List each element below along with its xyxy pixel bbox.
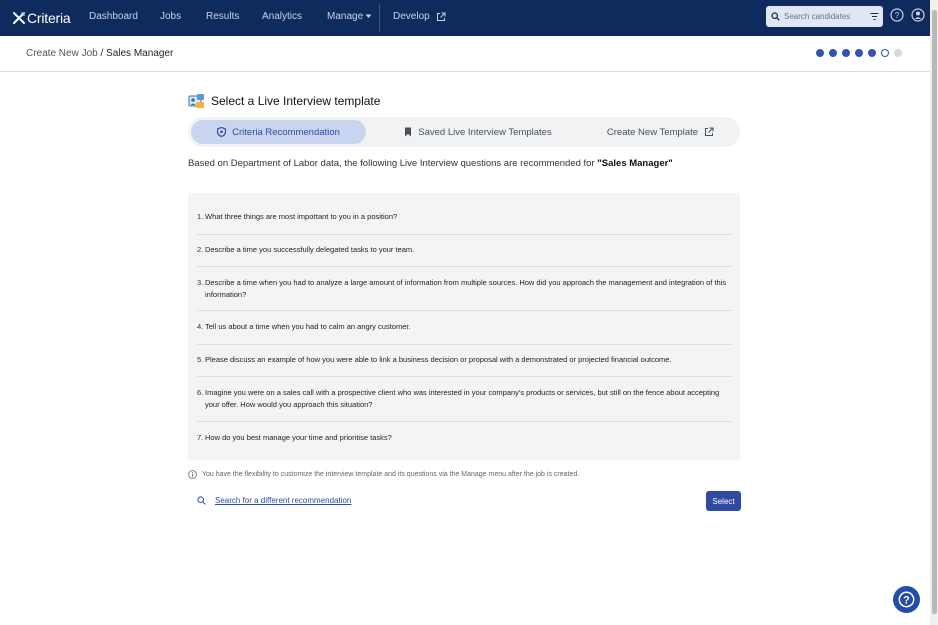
help-icon[interactable]: ? (890, 8, 904, 22)
nav-jobs[interactable]: Jobs (160, 11, 181, 22)
criteria-logo-icon (13, 12, 25, 24)
question-number: 1. (197, 212, 204, 221)
question-item: 5. Please discuss an example of how you w… (197, 354, 732, 377)
tab-label: Create New Template (606, 126, 699, 138)
question-number: 7. (197, 433, 204, 442)
question-item: 1. What three things are most important t… (197, 211, 732, 235)
question-number: 6. (197, 388, 204, 397)
intro-text: Based on Department of Labor data, the f… (188, 158, 598, 169)
logo-text: Criteria (27, 10, 71, 26)
help-chat-button[interactable]: ? (893, 586, 920, 613)
breadcrumb-root[interactable]: Create New Job (26, 48, 98, 59)
shield-icon (217, 127, 227, 137)
question-item: 2. Describe a time you successfully deleg… (197, 244, 732, 267)
tab-saved-templates[interactable]: Saved Live Interview Templates (388, 120, 568, 144)
search-recommendation: Search for a different recommendation (197, 496, 351, 505)
tab-label: Criteria Recommendation (232, 126, 340, 138)
template-tabs: Criteria Recommendation Saved Live Inter… (188, 117, 740, 147)
question-item: 6. Imagine you were on a sales call with … (197, 387, 732, 422)
question-text: Describe a time you successfully delegat… (205, 245, 415, 254)
question-text: Describe a time when you had to analyze … (205, 278, 727, 299)
tab-label: Saved Live Interview Templates (418, 126, 552, 138)
question-text: Imagine you were on a sales call with a … (205, 388, 720, 409)
search-input[interactable] (784, 12, 864, 21)
intro-role: "Sales Manager" (597, 158, 673, 169)
customization-note: You have the flexibility to customize th… (188, 470, 579, 479)
question-number: 2. (197, 245, 204, 254)
search-icon (771, 12, 780, 21)
search-icon (197, 496, 206, 505)
nav-develop-label: Develop (393, 11, 430, 22)
svg-text:?: ? (895, 11, 900, 20)
svg-text:?: ? (903, 594, 910, 606)
tab-create-new-template[interactable]: Create New Template (588, 120, 733, 144)
breadcrumb-current: Sales Manager (106, 48, 174, 59)
question-number: 3. (197, 278, 204, 287)
question-number: 4. (197, 322, 204, 331)
select-button[interactable]: Select (706, 491, 741, 511)
breadcrumb-bar: Create New Job / Sales Manager (0, 36, 930, 72)
nav-dashboard[interactable]: Dashboard (89, 11, 138, 22)
tab-criteria-recommendation[interactable]: Criteria Recommendation (191, 120, 366, 144)
scrollbar-thumb[interactable] (932, 10, 937, 614)
question-item: 4. Tell us about a time when you had to c… (197, 321, 732, 345)
step-progress-indicator (816, 49, 902, 57)
step-dot-completed (868, 49, 876, 57)
nav-results[interactable]: Results (206, 11, 239, 22)
page-scrollbar[interactable] (930, 0, 938, 625)
step-dot-completed (855, 49, 863, 57)
question-item: 7. How do you best manage your time and p… (197, 432, 732, 446)
question-text: Please discuss an example of how you wer… (205, 355, 672, 364)
page-title: Select a Live Interview template (211, 94, 381, 108)
step-dot-current (881, 49, 889, 57)
step-dot-completed (842, 49, 850, 57)
live-interview-icon (188, 94, 204, 108)
step-dot-completed (816, 49, 824, 57)
breadcrumb: Create New Job / Sales Manager (26, 48, 173, 59)
search-box[interactable] (766, 6, 883, 27)
user-account-icon[interactable] (911, 8, 925, 22)
external-link-icon (436, 12, 446, 21)
chevron-down-icon (365, 14, 372, 18)
nav-manage-label: Manage (327, 11, 364, 22)
criteria-logo[interactable]: Criteria (12, 10, 74, 26)
question-circle-icon: ? (898, 591, 915, 608)
question-text: Tell us about a time when you had to cal… (205, 322, 411, 331)
search-different-recommendation-link[interactable]: Search for a different recommendation (215, 496, 351, 505)
nav-develop[interactable]: Develop (393, 11, 446, 22)
nav-divider (379, 4, 380, 32)
step-dot-completed (829, 49, 837, 57)
recommendation-intro: Based on Department of Labor data, the f… (188, 158, 673, 169)
filter-icon[interactable] (870, 12, 879, 21)
nav-analytics[interactable]: Analytics (262, 11, 302, 22)
bookmark-icon (405, 127, 412, 137)
question-text: How do you best manage your time and pri… (205, 433, 392, 442)
question-text: What three things are most important to … (205, 212, 398, 221)
nav-manage[interactable]: Manage (327, 11, 372, 22)
step-dot-future (894, 49, 902, 57)
question-item: 3. Describe a time when you had to analyz… (197, 277, 732, 311)
info-icon (188, 470, 197, 479)
note-text: You have the flexibility to customize th… (202, 471, 580, 478)
external-link-icon (705, 127, 714, 136)
breadcrumb-separator: / (97, 48, 107, 59)
page-heading: Select a Live Interview template (188, 93, 380, 109)
question-number: 5. (197, 355, 204, 364)
